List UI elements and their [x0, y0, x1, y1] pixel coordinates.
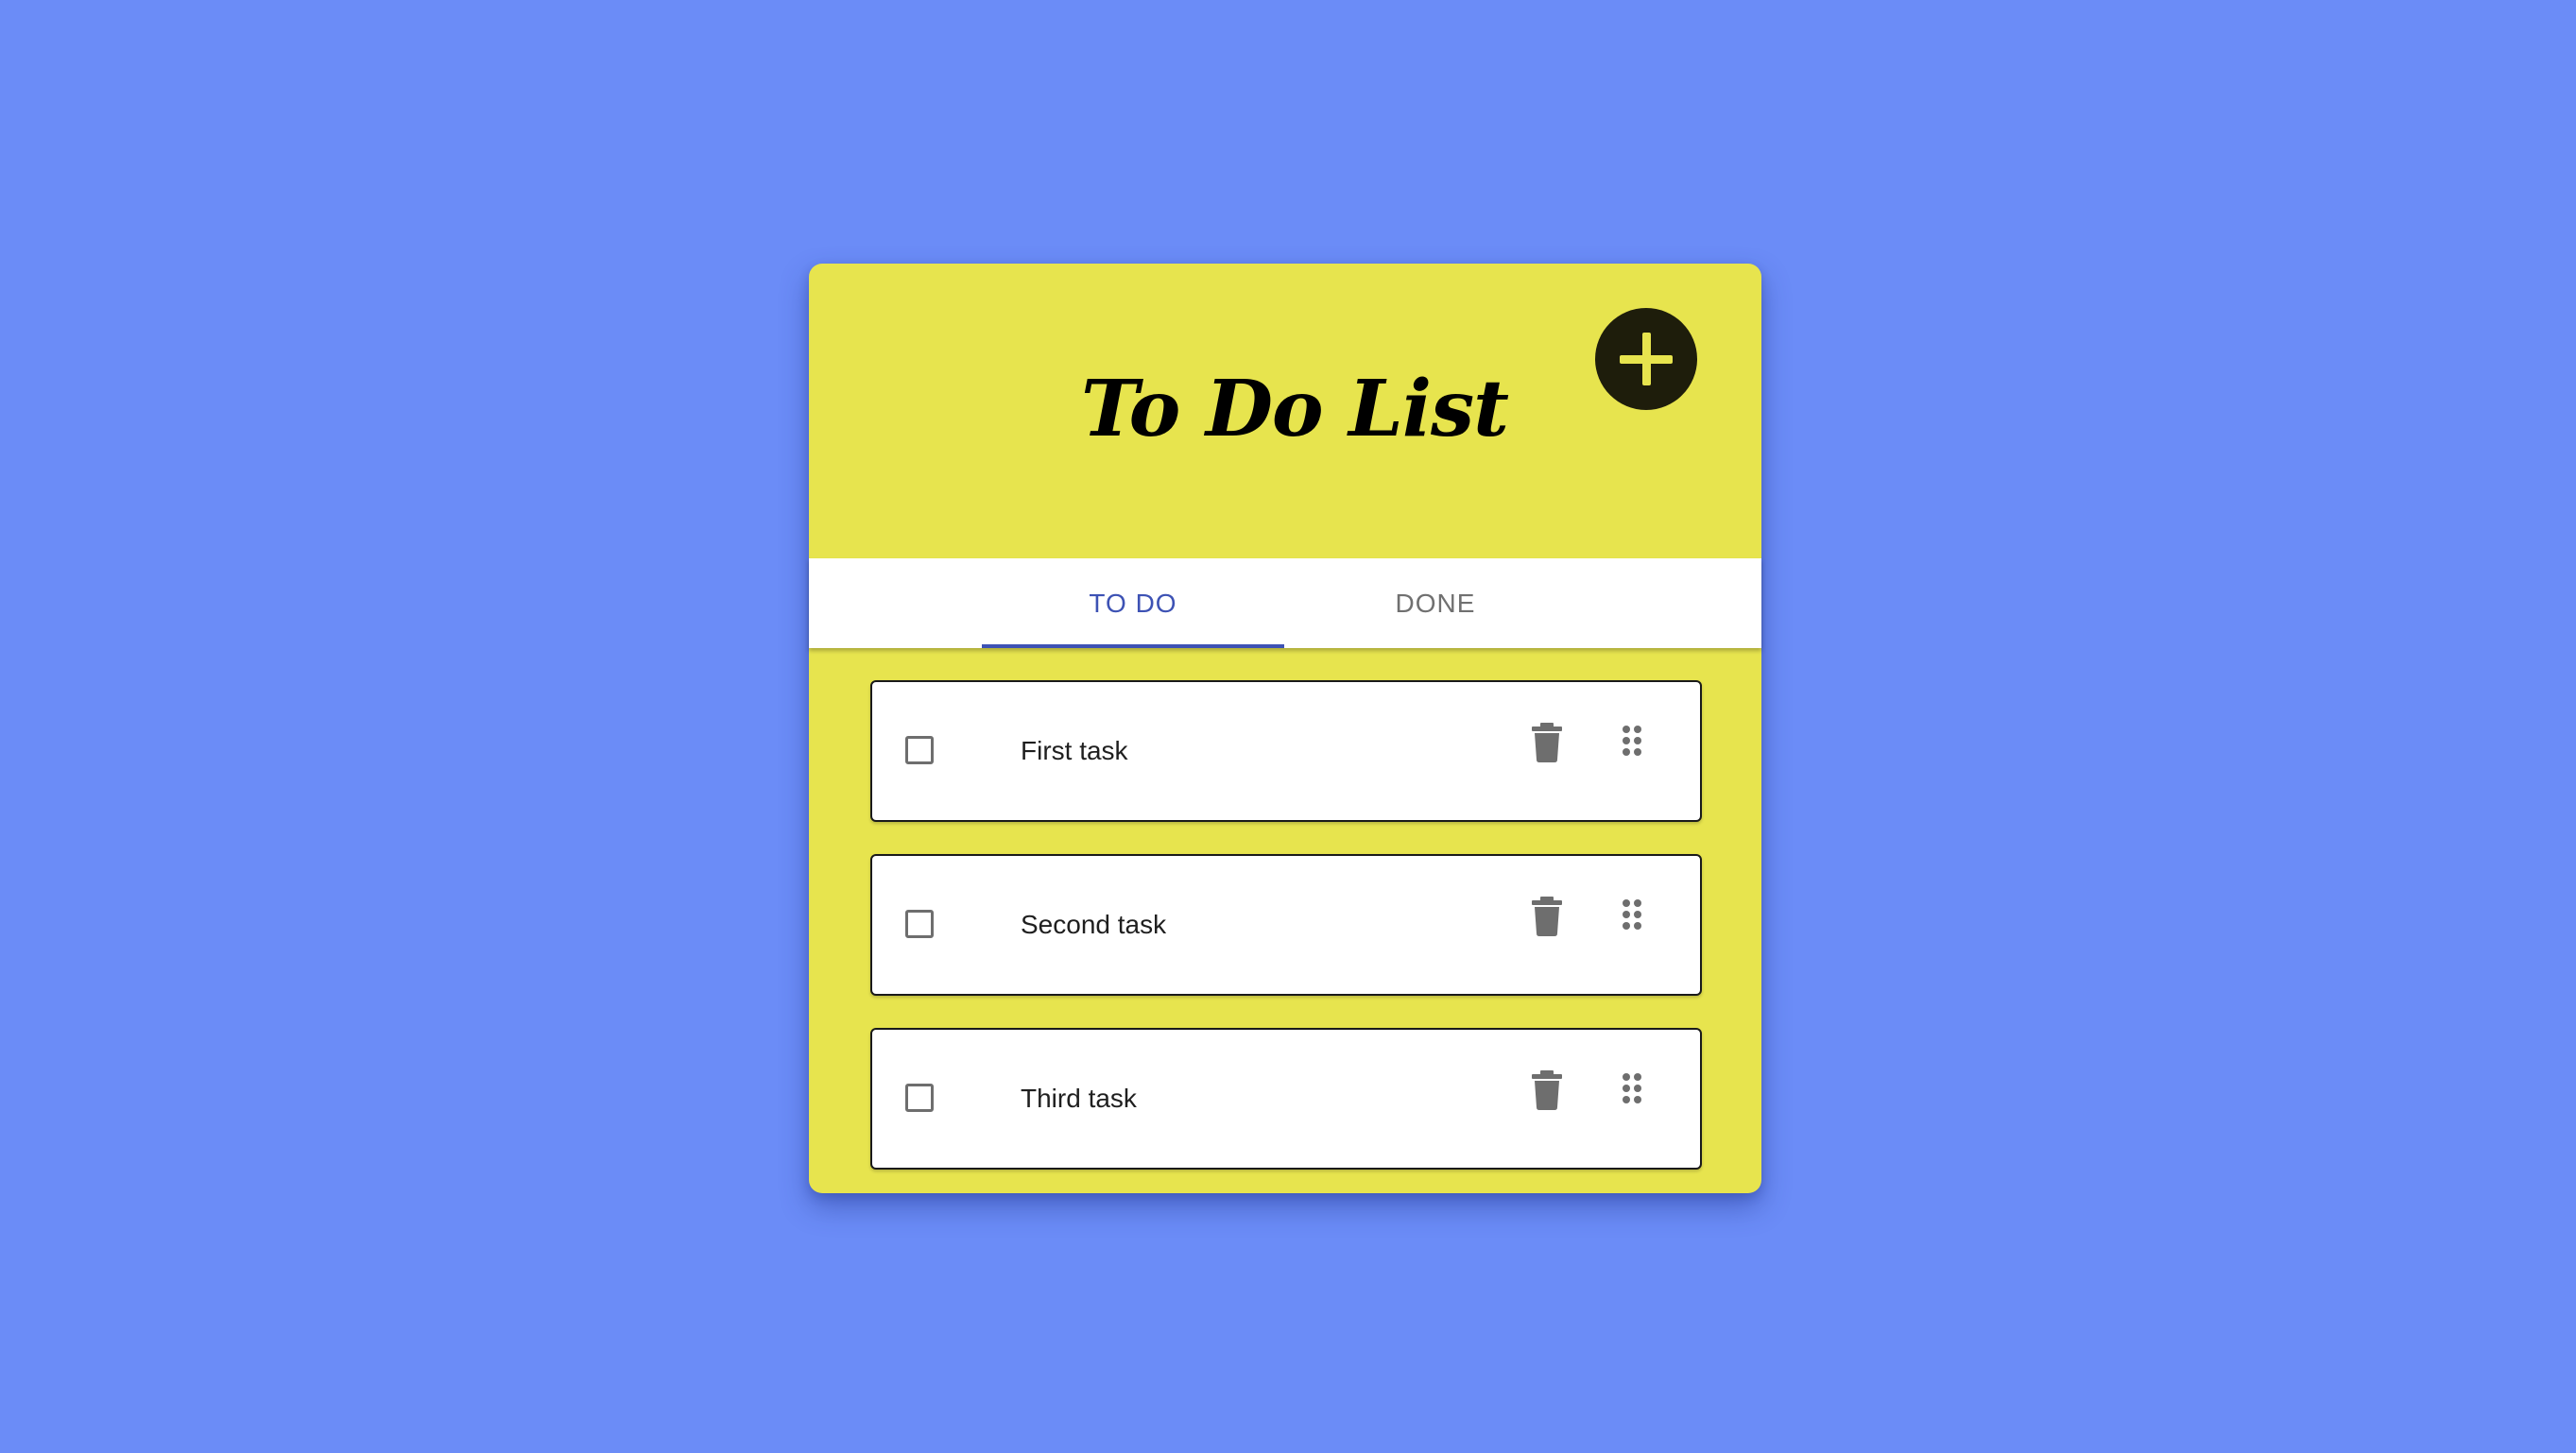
- drag-handle[interactable]: [1613, 721, 1651, 764]
- task-item: Third task: [870, 1028, 1702, 1170]
- task-label: Third task: [1021, 1084, 1137, 1113]
- task-checkbox[interactable]: [905, 736, 934, 764]
- task-checkbox[interactable]: [905, 910, 934, 938]
- trash-icon: [1532, 723, 1562, 762]
- drag-handle[interactable]: [1613, 1068, 1651, 1112]
- tab-bar: TO DO DONE: [809, 558, 1761, 648]
- drag-handle[interactable]: [1613, 895, 1651, 938]
- plus-icon: [1620, 333, 1673, 385]
- task-label: First task: [1021, 736, 1128, 765]
- task-label: Second task: [1021, 910, 1167, 939]
- tab-todo[interactable]: TO DO: [982, 558, 1284, 648]
- card-header: To Do List: [809, 264, 1761, 558]
- todo-card: To Do List TO DO DONE First task Second …: [809, 264, 1761, 1193]
- trash-icon: [1532, 897, 1562, 936]
- add-task-button[interactable]: [1595, 308, 1697, 410]
- task-checkbox[interactable]: [905, 1084, 934, 1112]
- active-tab-indicator: [982, 644, 1284, 648]
- task-item: First task: [870, 680, 1702, 822]
- delete-task-button[interactable]: [1526, 721, 1568, 764]
- drag-handle-icon: [1623, 1073, 1641, 1103]
- delete-task-button[interactable]: [1526, 895, 1568, 938]
- drag-handle-icon: [1623, 899, 1641, 930]
- drag-handle-icon: [1623, 726, 1641, 756]
- delete-task-button[interactable]: [1526, 1068, 1568, 1112]
- tab-done[interactable]: DONE: [1284, 558, 1587, 648]
- trash-icon: [1532, 1070, 1562, 1110]
- task-item: Second task: [870, 854, 1702, 996]
